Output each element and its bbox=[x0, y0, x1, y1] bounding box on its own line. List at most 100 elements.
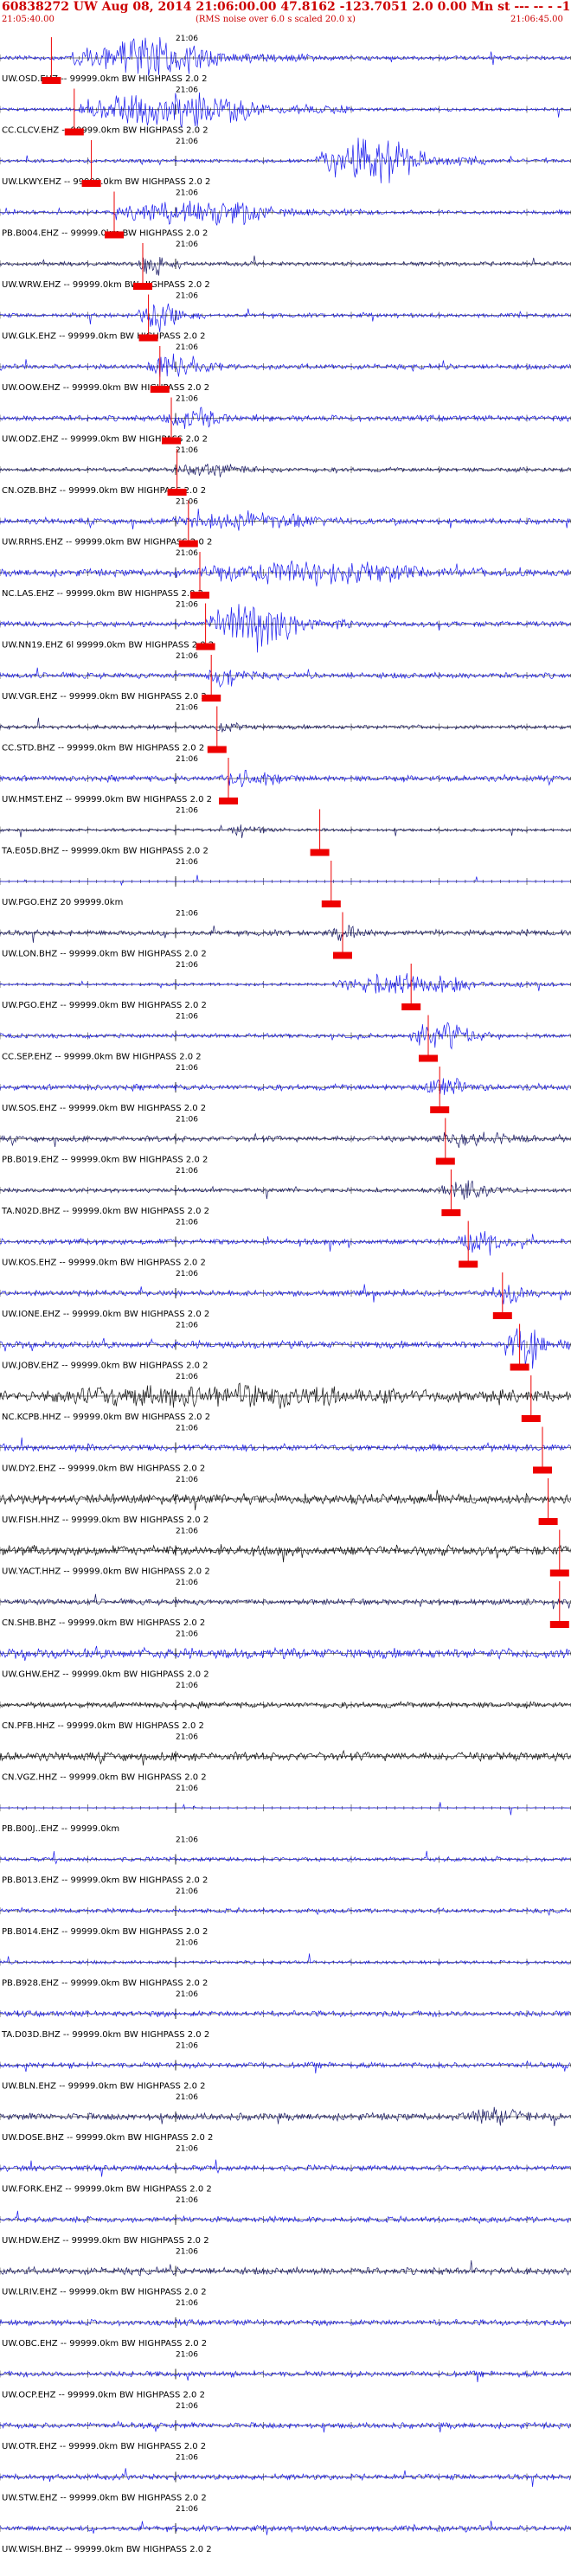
station-label: UW.BLN.EHZ -- 99999.0km BW HIGHPASS 2.0 … bbox=[2, 2082, 206, 2092]
trace-track: TA.D03D.BHZ -- 99999.0km BW HIGHPASS 2.0… bbox=[0, 1990, 571, 2040]
time-label: 21:06 bbox=[176, 1836, 198, 1845]
time-label: 21:06 bbox=[176, 2145, 198, 2154]
waveform bbox=[0, 2468, 571, 2487]
time-label: 21:06 bbox=[176, 858, 198, 867]
station-label: UW.OCP.EHZ -- 99999.0km BW HIGHPASS 2.0 … bbox=[2, 2391, 205, 2400]
trace-track: UW.OOW.EHZ -- 99999.0km BW HIGHPASS 2.0 … bbox=[0, 343, 571, 393]
phase-pick-flag bbox=[441, 1209, 461, 1216]
trace-track: UW.HMST.EHZ -- 99999.0km BW HIGHPASS 2.0… bbox=[0, 755, 571, 804]
station-label: CC.CLCV.EHZ -- 99999.0km BW HIGHPASS 2.0… bbox=[2, 126, 209, 136]
trace-track: PB.B928.EHZ -- 99999.0km BW HIGHPASS 2.0… bbox=[0, 1939, 571, 1989]
station-label: UW.OOW.EHZ -- 99999.0km BW HIGHPASS 2.0 … bbox=[2, 383, 209, 393]
waveform bbox=[0, 1077, 570, 1095]
phase-pick-flag bbox=[219, 798, 238, 804]
waveform bbox=[0, 303, 571, 333]
trace-track: UW.PGO.EHZ -- 99999.0km BW HIGHPASS 2.0 … bbox=[0, 961, 571, 1010]
trace-track: UW.GLK.EHZ -- 99999.0km BW HIGHPASS 2.0 … bbox=[0, 292, 571, 342]
phase-pick-flag bbox=[521, 1415, 541, 1422]
station-label: TA.D03D.BHZ -- 99999.0km BW HIGHPASS 2.0… bbox=[1, 2030, 209, 2040]
station-label: UW.PGO.EHZ 20 99999.0km bbox=[2, 898, 123, 907]
time-label: 21:06 bbox=[176, 1322, 198, 1330]
trace-track: UW.OBC.EHZ -- 99999.0km BW HIGHPASS 2.0 … bbox=[0, 2299, 571, 2349]
trace-track: NC.KCPB.HHZ -- 99999.0km BW HIGHPASS 2.0… bbox=[0, 1373, 571, 1422]
phase-pick-flag bbox=[133, 283, 152, 290]
time-label: 21:06 bbox=[176, 446, 198, 455]
station-label: PB.B00J..EHZ -- 99999.0km bbox=[2, 1824, 119, 1834]
time-label: 21:06 bbox=[176, 292, 198, 301]
trace-track: UW.OCP.EHZ -- 99999.0km BW HIGHPASS 2.0 … bbox=[0, 2351, 571, 2400]
waveform bbox=[0, 875, 570, 887]
station-label: CN.VGZ.HHZ -- 99999.0km BW HIGHPASS 2.0 … bbox=[2, 1773, 207, 1783]
station-label: UW.GLK.EHZ -- 99999.0km BW HIGHPASS 2.0 … bbox=[2, 332, 205, 342]
waveform bbox=[0, 1437, 571, 1453]
trace-track: PB.B014.EHZ -- 99999.0km BW HIGHPASS 2.0… bbox=[0, 1887, 571, 1937]
time-label: 21:06 bbox=[176, 961, 198, 970]
trace-track: UW.FISH.HHZ -- 99999.0km BW HIGHPASS 2.0… bbox=[0, 1476, 571, 1525]
station-label: UW.OTR.EHZ -- 99999.0km BW HIGHPASS 2.0 … bbox=[2, 2442, 206, 2451]
time-label: 21:06 bbox=[176, 2248, 198, 2257]
waveform bbox=[0, 1953, 571, 1965]
time-label: 21:06 bbox=[176, 652, 198, 661]
waveform bbox=[0, 823, 571, 838]
time-label: 21:06 bbox=[176, 1990, 198, 1999]
phase-pick-flag bbox=[138, 334, 158, 342]
station-label: PB.B014.EHZ -- 99999.0km BW HIGHPASS 2.0… bbox=[2, 1927, 208, 1937]
trace-track: TA.N02D.BHZ -- 99999.0km BW HIGHPASS 2.0… bbox=[0, 1167, 571, 1216]
waveform bbox=[0, 1131, 570, 1149]
station-label: UW.GHW.EHZ -- 99999.0km BW HIGHPASS 2.0 … bbox=[2, 1670, 209, 1680]
time-label: 21:06 bbox=[176, 1939, 198, 1948]
phase-pick-flag bbox=[178, 540, 198, 548]
phase-pick-flag bbox=[190, 592, 209, 599]
waveform bbox=[0, 1645, 570, 1661]
phase-pick-flag bbox=[538, 1518, 558, 1525]
station-label: TA.N02D.BHZ -- 99999.0km BW HIGHPASS 2.0… bbox=[1, 1207, 209, 1216]
time-label: 21:06 bbox=[176, 807, 198, 816]
phase-pick-flag bbox=[401, 1003, 421, 1010]
waveform bbox=[0, 1802, 570, 1816]
phase-pick-flag bbox=[510, 1363, 529, 1371]
station-label: UW.SOS.EHZ -- 99999.0km BW HIGHPASS 2.0 … bbox=[2, 1104, 206, 1113]
trace-track: TA.E05D.BHZ -- 99999.0km BW HIGHPASS 2.0… bbox=[0, 807, 571, 856]
trace-track: UW.DOSE.BHZ -- 99999.0km BW HIGHPASS 2.0… bbox=[0, 2093, 571, 2143]
waveform bbox=[0, 2210, 570, 2225]
trace-track: CC.CLCV.EHZ -- 99999.0km BW HIGHPASS 2.0… bbox=[0, 87, 571, 136]
time-label: 21:06 bbox=[176, 395, 198, 404]
trace-track: UW.YACT.HHZ -- 99999.0km BW HIGHPASS 2.0… bbox=[0, 1528, 571, 1577]
time-label: 21:06 bbox=[176, 704, 198, 713]
waveform bbox=[0, 717, 571, 733]
time-label: 21:06 bbox=[176, 2042, 198, 2051]
time-label: 21:06 bbox=[176, 35, 198, 43]
time-label: 21:06 bbox=[176, 1116, 198, 1125]
phase-pick-flag bbox=[419, 1054, 438, 1062]
time-label: 21:06 bbox=[176, 2196, 198, 2205]
waveform bbox=[0, 1593, 571, 1610]
phase-pick-flag bbox=[150, 386, 170, 393]
station-label: UW.IONE.EHZ -- 99999.0km BW HIGHPASS 2.0… bbox=[2, 1310, 209, 1319]
time-label: 21:06 bbox=[176, 1528, 198, 1536]
time-label: 21:06 bbox=[176, 138, 198, 146]
trace-track: UW.BLN.EHZ -- 99999.0km BW HIGHPASS 2.0 … bbox=[0, 2042, 571, 2092]
trace-track: UW.PGO.EHZ 20 99999.0km 21:06 bbox=[0, 858, 571, 907]
station-label: CC.SEP.EHZ -- 99999.0km BW HIGHPASS 2.0 … bbox=[2, 1053, 202, 1062]
trace-track: PB.B00J..EHZ -- 99999.0km 21:06 bbox=[0, 1785, 571, 1834]
station-label: UW.DOSE.BHZ -- 99999.0km BW HIGHPASS 2.0… bbox=[2, 2133, 213, 2143]
station-label: PB.B013.EHZ -- 99999.0km BW HIGHPASS 2.0… bbox=[2, 1876, 208, 1886]
waveform bbox=[0, 2520, 571, 2535]
trace-track: PB.B019.EHZ -- 99999.0km BW HIGHPASS 2.0… bbox=[0, 1116, 571, 1165]
station-label: UW.VGR.EHZ -- 99999.0km BW HIGHPASS 2.0 … bbox=[2, 692, 207, 702]
waveform bbox=[0, 36, 570, 76]
phase-pick-flag bbox=[42, 77, 61, 84]
station-label: UW.WISH.BHZ -- 99999.0km BW HIGHPASS 2.0… bbox=[2, 2545, 212, 2554]
time-label: 21:06 bbox=[176, 1373, 198, 1381]
station-label: UW.WRW.EHZ -- 99999.0km BW HIGHPASS 2.0 … bbox=[2, 280, 210, 290]
phase-pick-flag bbox=[492, 1312, 512, 1319]
station-label: UW.YACT.HHZ -- 99999.0km BW HIGHPASS 2.0… bbox=[2, 1567, 210, 1577]
trace-track: UW.VGR.EHZ -- 99999.0km BW HIGHPASS 2.0 … bbox=[0, 652, 571, 702]
rms-scale-note: (RMS noise over 6.0 s scaled 20.0 x) bbox=[196, 15, 356, 24]
station-label: UW.LON.BHZ -- 99999.0km BW HIGHPASS 2.0 … bbox=[2, 950, 207, 959]
trace-track: CN.OZB.BHZ -- 99999.0km BW HIGHPASS 2.0 … bbox=[0, 446, 571, 496]
waveform bbox=[0, 92, 570, 128]
phase-pick-flag bbox=[162, 437, 181, 445]
trace-track: UW.LON.BHZ -- 99999.0km BW HIGHPASS 2.0 … bbox=[0, 910, 571, 959]
waveform bbox=[0, 2060, 571, 2074]
